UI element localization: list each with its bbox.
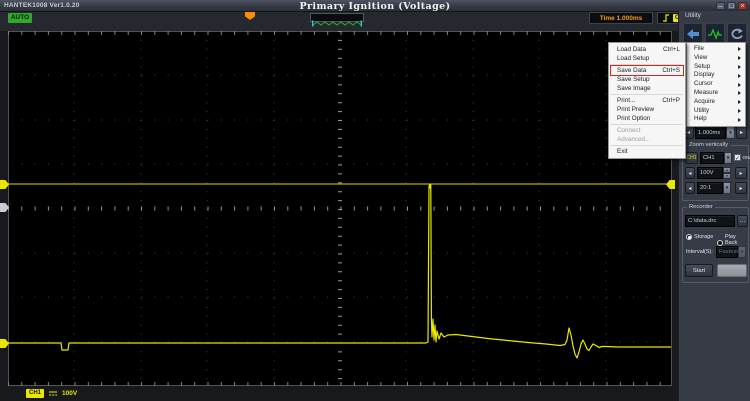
- submenu-arrow-icon: [738, 74, 741, 78]
- menu-item-utility[interactable]: Utility: [687, 107, 745, 116]
- zoom-vertically-group: Zoom vertically CH1 CH1 ▾ ✓ ON/OFF ◂ 100…: [682, 145, 749, 201]
- edge-trigger-icon: [662, 13, 670, 23]
- submenu-arrow-icon: [738, 118, 741, 122]
- menu-item-load-data[interactable]: Load DataCtrl+L: [609, 45, 685, 54]
- menu-separator: [611, 94, 683, 95]
- timebase-dropdown-arrow-icon[interactable]: ▾: [726, 126, 735, 139]
- record-file-path-input[interactable]: C:\data.drc: [685, 215, 735, 227]
- file-menu-popup: Load DataCtrl+L Load Setup Save DataCtrl…: [608, 42, 686, 159]
- menu-item-print-preview[interactable]: Print Preview: [609, 105, 685, 114]
- minimize-icon[interactable]: –: [716, 2, 725, 10]
- main-menu-popup: File View Setup Display Cursor Measure A…: [686, 42, 746, 127]
- page-title: Primary Ignition (Voltage): [0, 0, 750, 12]
- probe-increase-button[interactable]: ▸: [735, 182, 747, 194]
- menu-item-print-option[interactable]: Print Option: [609, 114, 685, 123]
- interval-dropdown-arrow-icon: ▾: [738, 246, 746, 258]
- menu-separator: [611, 124, 683, 125]
- menu-item-save-setup[interactable]: Save Setup: [609, 75, 685, 84]
- submenu-arrow-icon: [738, 100, 741, 104]
- menu-separator: [611, 145, 683, 146]
- menu-item-help[interactable]: Help: [687, 115, 745, 124]
- rotate-arrow-icon: [730, 28, 744, 40]
- menu-item-view[interactable]: View: [687, 54, 745, 63]
- menu-item-file[interactable]: File: [687, 45, 745, 54]
- menu-item-setup[interactable]: Setup: [687, 63, 745, 72]
- menu-item-save-data[interactable]: Save DataCtrl+S: [609, 66, 685, 75]
- probe-decrease-button[interactable]: ◂: [685, 182, 695, 194]
- ch1-trace: [8, 184, 671, 358]
- submenu-arrow-icon: [738, 65, 741, 69]
- playback-label: Play Back: [725, 234, 748, 246]
- channel-dropdown-arrow-icon[interactable]: ▾: [724, 152, 732, 164]
- application-window: { "window": { "app_title": "HANTEK1008 V…: [0, 0, 750, 401]
- spinner-down-icon[interactable]: ▾: [723, 173, 731, 179]
- group-title: Recorder: [687, 204, 715, 210]
- menu-separator: [611, 64, 683, 65]
- volts-per-div-value: 100V: [62, 390, 77, 397]
- channel-button[interactable]: CH1: [685, 152, 698, 164]
- grid-center-axes: [8, 31, 672, 386]
- grid-dotted-lines: [8, 31, 672, 386]
- menu-item-save-image[interactable]: Save Image: [609, 84, 685, 93]
- submenu-arrow-icon: [738, 109, 741, 113]
- channel-select[interactable]: CH1: [700, 152, 724, 164]
- probe-dropdown-arrow-icon[interactable]: ▾: [723, 182, 731, 194]
- submenu-arrow-icon: [738, 91, 741, 95]
- group-title: Zoom vertically: [687, 142, 730, 148]
- channel-badge: CH1: [26, 389, 44, 398]
- menu-item-exit[interactable]: Exit: [609, 147, 685, 156]
- storage-radio[interactable]: [686, 234, 692, 240]
- maximize-icon[interactable]: □: [727, 2, 736, 10]
- back-arrow-icon: [686, 28, 700, 40]
- channel-info-bar: CH1 100V: [8, 388, 77, 399]
- menu-item-print[interactable]: Print...Ctrl+P: [609, 96, 685, 105]
- browse-file-button[interactable]: …: [737, 215, 748, 227]
- memory-window-indicator[interactable]: [310, 13, 364, 22]
- status-toolbar: AUTO Time 1.000ms CH1 0.00uV: [0, 12, 750, 31]
- stop-button-disabled: [717, 264, 747, 277]
- menu-item-connect: Connect: [609, 126, 685, 135]
- submenu-arrow-icon: [738, 47, 741, 51]
- close-icon[interactable]: ×: [738, 2, 747, 10]
- grid-edge-ticks: [8, 33, 672, 384]
- menu-item-acquire[interactable]: Acquire: [687, 98, 745, 107]
- submenu-arrow-icon: [738, 83, 741, 87]
- submenu-arrow-icon: [738, 56, 741, 60]
- panel-title: Utility: [685, 12, 701, 19]
- interval-label: Interval(S):: [686, 249, 713, 255]
- menu-item-measure[interactable]: Measure: [687, 89, 745, 98]
- memory-waveform-icon: [311, 20, 363, 27]
- timebase-increase-button[interactable]: ▸: [736, 126, 747, 139]
- pulse-icon: [708, 28, 722, 40]
- title-bar: HANTEK1008 Ver1.0.20 Primary Ignition (V…: [0, 0, 750, 12]
- storage-label: Storage: [694, 234, 713, 240]
- menu-item-cursor[interactable]: Cursor: [687, 80, 745, 89]
- start-button[interactable]: Start: [685, 264, 713, 277]
- onoff-label: ON/OFF: [743, 155, 750, 160]
- interval-select: Fastest: [716, 246, 738, 258]
- volts-per-div-field[interactable]: 100V: [697, 167, 723, 179]
- menu-item-advanced: Advanced...: [609, 135, 685, 144]
- volts-decrease-button[interactable]: ◂: [685, 167, 695, 179]
- menu-item-load-setup[interactable]: Load Setup: [609, 54, 685, 63]
- timebase-select[interactable]: 1.000ms: [695, 126, 726, 139]
- volts-increase-button[interactable]: ▸: [735, 167, 747, 179]
- scope-display: [8, 31, 672, 386]
- menu-item-display[interactable]: Display: [687, 71, 745, 80]
- trigger-mode-badge: AUTO: [8, 13, 32, 23]
- channel-onoff-checkbox[interactable]: ✓: [734, 154, 741, 161]
- probe-ratio-select[interactable]: 20:1: [697, 182, 723, 194]
- scope-canvas: [8, 31, 672, 386]
- dc-coupling-icon: [48, 389, 58, 398]
- volts-spinner[interactable]: ▴ ▾: [723, 167, 731, 179]
- timebase-readout: Time 1.000ms: [589, 12, 653, 24]
- recorder-group: Recorder C:\data.drc … Storage Play Back…: [682, 207, 749, 283]
